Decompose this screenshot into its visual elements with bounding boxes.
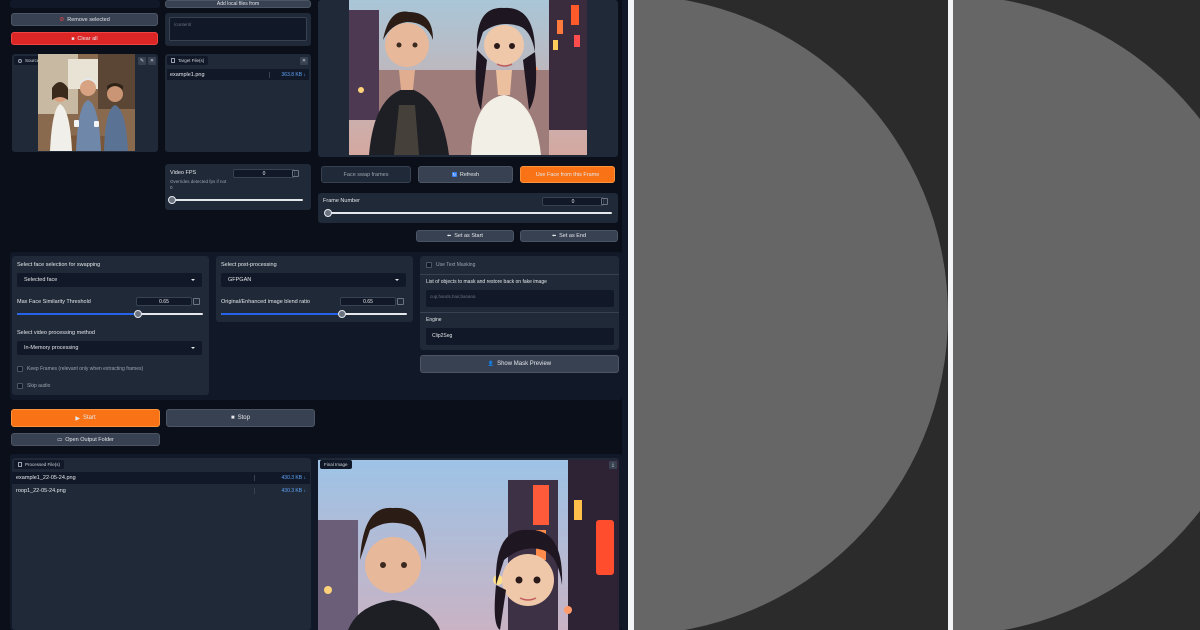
- close-icon[interactable]: ✕: [148, 57, 156, 65]
- frame-preview-image: [349, 0, 587, 155]
- reset-icon[interactable]: [601, 198, 608, 205]
- processing-method-label: Select video processing method: [17, 330, 95, 336]
- blend-ratio-label: Original/Enhanced image blend ratio: [221, 299, 310, 305]
- blend-ratio-slider[interactable]: [221, 310, 407, 318]
- final-image-panel: Final Image ⤓: [318, 458, 619, 630]
- frame-number-panel: Frame Number 0: [318, 193, 618, 223]
- clear-all-button[interactable]: ■ Clear all: [11, 32, 158, 45]
- processed-file-row[interactable]: roop1_22-05-24.png 430.3 KB ↓: [12, 485, 310, 497]
- similarity-slider-fill: [17, 313, 138, 315]
- app-window: ⊘ Remove selected ■ Clear all Source Fac…: [0, 0, 628, 630]
- mask-objects-label: List of objects to mask and restore back…: [426, 279, 547, 285]
- similarity-slider-thumb[interactable]: [133, 310, 142, 318]
- source-face-image: [38, 54, 135, 151]
- similarity-input[interactable]: 0.65: [136, 297, 192, 306]
- reset-icon[interactable]: [193, 298, 200, 305]
- use-face-from-frame-button[interactable]: Use Face from this Frame: [520, 166, 615, 183]
- final-image: [318, 460, 619, 630]
- refresh-icon: ↻: [451, 172, 457, 177]
- video-fps-info-2: 0: [170, 185, 173, 190]
- post-processing-select[interactable]: GFPGAN: [221, 273, 406, 287]
- similarity-slider[interactable]: [17, 310, 203, 318]
- target-files-panel[interactable]: Target File(s) ✕ example1.png 363.8 KB ↓: [165, 54, 311, 152]
- frame-number-label: Frame Number: [323, 198, 360, 204]
- divider: [420, 274, 619, 275]
- download-icon[interactable]: ⤓: [609, 461, 617, 469]
- frame-number-slider-thumb[interactable]: [324, 209, 332, 217]
- set-as-start-button[interactable]: ⬅ Set as Start: [416, 230, 514, 242]
- frame-number-slider[interactable]: [324, 209, 612, 217]
- keep-frames-checkbox[interactable]: Keep Frames (relevant only when extracti…: [17, 366, 143, 372]
- mask-icon: 👤: [487, 361, 495, 367]
- engine-label: Engine: [426, 317, 442, 323]
- play-icon: ▶: [75, 415, 80, 422]
- reset-icon[interactable]: [292, 170, 299, 177]
- content-path-panel: /content/: [165, 13, 311, 46]
- chevron-down-icon: [191, 279, 195, 281]
- checkbox-icon: [17, 366, 23, 372]
- face-swap-frames-button[interactable]: Face swap frames: [321, 166, 411, 183]
- final-image-label: Final Image: [320, 460, 352, 469]
- file-icon: [18, 462, 22, 467]
- processing-method-select[interactable]: In-Memory processing: [17, 341, 202, 355]
- mask-objects-input[interactable]: cup,hands,hair,banana: [426, 290, 614, 307]
- add-local-files-button[interactable]: Add local files from: [165, 0, 311, 8]
- decorative-disc: [953, 0, 1200, 630]
- similarity-label: Max Face Similarity Threshold: [17, 299, 91, 305]
- blend-ratio-slider-thumb[interactable]: [337, 310, 346, 318]
- checkbox-icon: [426, 262, 432, 268]
- file-icon: [171, 58, 175, 63]
- frame-number-input[interactable]: 0: [542, 197, 604, 206]
- processed-files-label: Processed File(s): [14, 460, 65, 469]
- close-icon[interactable]: ✕: [300, 57, 308, 65]
- video-fps-label: Video FPS: [170, 170, 197, 176]
- video-fps-input[interactable]: 0: [233, 169, 295, 178]
- open-output-folder-button[interactable]: ▭ Open Output Folder: [11, 433, 160, 446]
- decorative-panel-2: [953, 0, 1200, 630]
- divider: [420, 312, 619, 313]
- video-fps-info: Overrides detected fps if not: [170, 179, 227, 184]
- source-face-panel[interactable]: Source Face Image ✎ ✕: [12, 54, 158, 152]
- chevron-down-icon: [395, 279, 399, 281]
- set-as-end-button[interactable]: ⬅ Set as End: [520, 230, 618, 242]
- top-panel-edge: [10, 0, 160, 8]
- target-files-label: Target File(s): [167, 56, 209, 65]
- checkbox-icon: [17, 383, 23, 389]
- set-start-icon: ⬅: [447, 233, 452, 239]
- show-mask-preview-button[interactable]: 👤 Show Mask Preview: [420, 355, 619, 373]
- face-selection-select[interactable]: Selected face: [17, 273, 202, 287]
- stop-button[interactable]: ■ Stop: [166, 409, 315, 427]
- video-fps-panel: Video FPS Overrides detected fps if not …: [165, 164, 311, 210]
- engine-input[interactable]: Clip2Seg: [426, 328, 614, 345]
- folder-icon: ▭: [57, 436, 63, 443]
- chevron-down-icon: [191, 347, 195, 349]
- blend-ratio-input[interactable]: 0.65: [340, 297, 396, 306]
- frame-preview-panel: [318, 0, 618, 157]
- use-text-masking-checkbox[interactable]: Use Text Masking: [426, 262, 475, 268]
- clear-icon: ■: [71, 35, 75, 42]
- video-fps-slider[interactable]: [168, 196, 303, 204]
- remove-selected-button[interactable]: ⊘ Remove selected: [11, 13, 158, 26]
- decorative-disc: [634, 0, 948, 630]
- post-processing-label: Select post-processing: [221, 262, 277, 268]
- stop-icon: ■: [231, 415, 235, 421]
- video-fps-slider-thumb[interactable]: [168, 196, 176, 204]
- face-selection-panel: Select face selection for swapping Selec…: [12, 256, 209, 395]
- skip-audio-checkbox[interactable]: Skip audio: [17, 383, 50, 389]
- content-path-input[interactable]: /content/: [169, 17, 307, 41]
- decorative-panel-1: [634, 0, 948, 630]
- blend-ratio-slider-fill: [221, 313, 342, 315]
- post-processing-panel: Select post-processing GFPGAN Original/E…: [216, 256, 413, 322]
- refresh-button[interactable]: ↻ Refresh: [418, 166, 513, 183]
- edit-icon[interactable]: ✎: [138, 57, 146, 65]
- face-selection-label: Select face selection for swapping: [17, 262, 101, 268]
- start-button[interactable]: ▶ Start: [11, 409, 160, 427]
- set-end-icon: ⬅: [551, 233, 557, 239]
- remove-icon: ⊘: [59, 17, 65, 23]
- image-icon: [18, 58, 22, 63]
- reset-icon[interactable]: [397, 298, 404, 305]
- processed-file-row[interactable]: example1_22-05-24.png 430.3 KB ↓: [12, 472, 310, 484]
- target-file-row[interactable]: example1.png 363.8 KB ↓: [167, 69, 309, 80]
- text-masking-panel: Use Text Masking List of objects to mask…: [420, 256, 619, 350]
